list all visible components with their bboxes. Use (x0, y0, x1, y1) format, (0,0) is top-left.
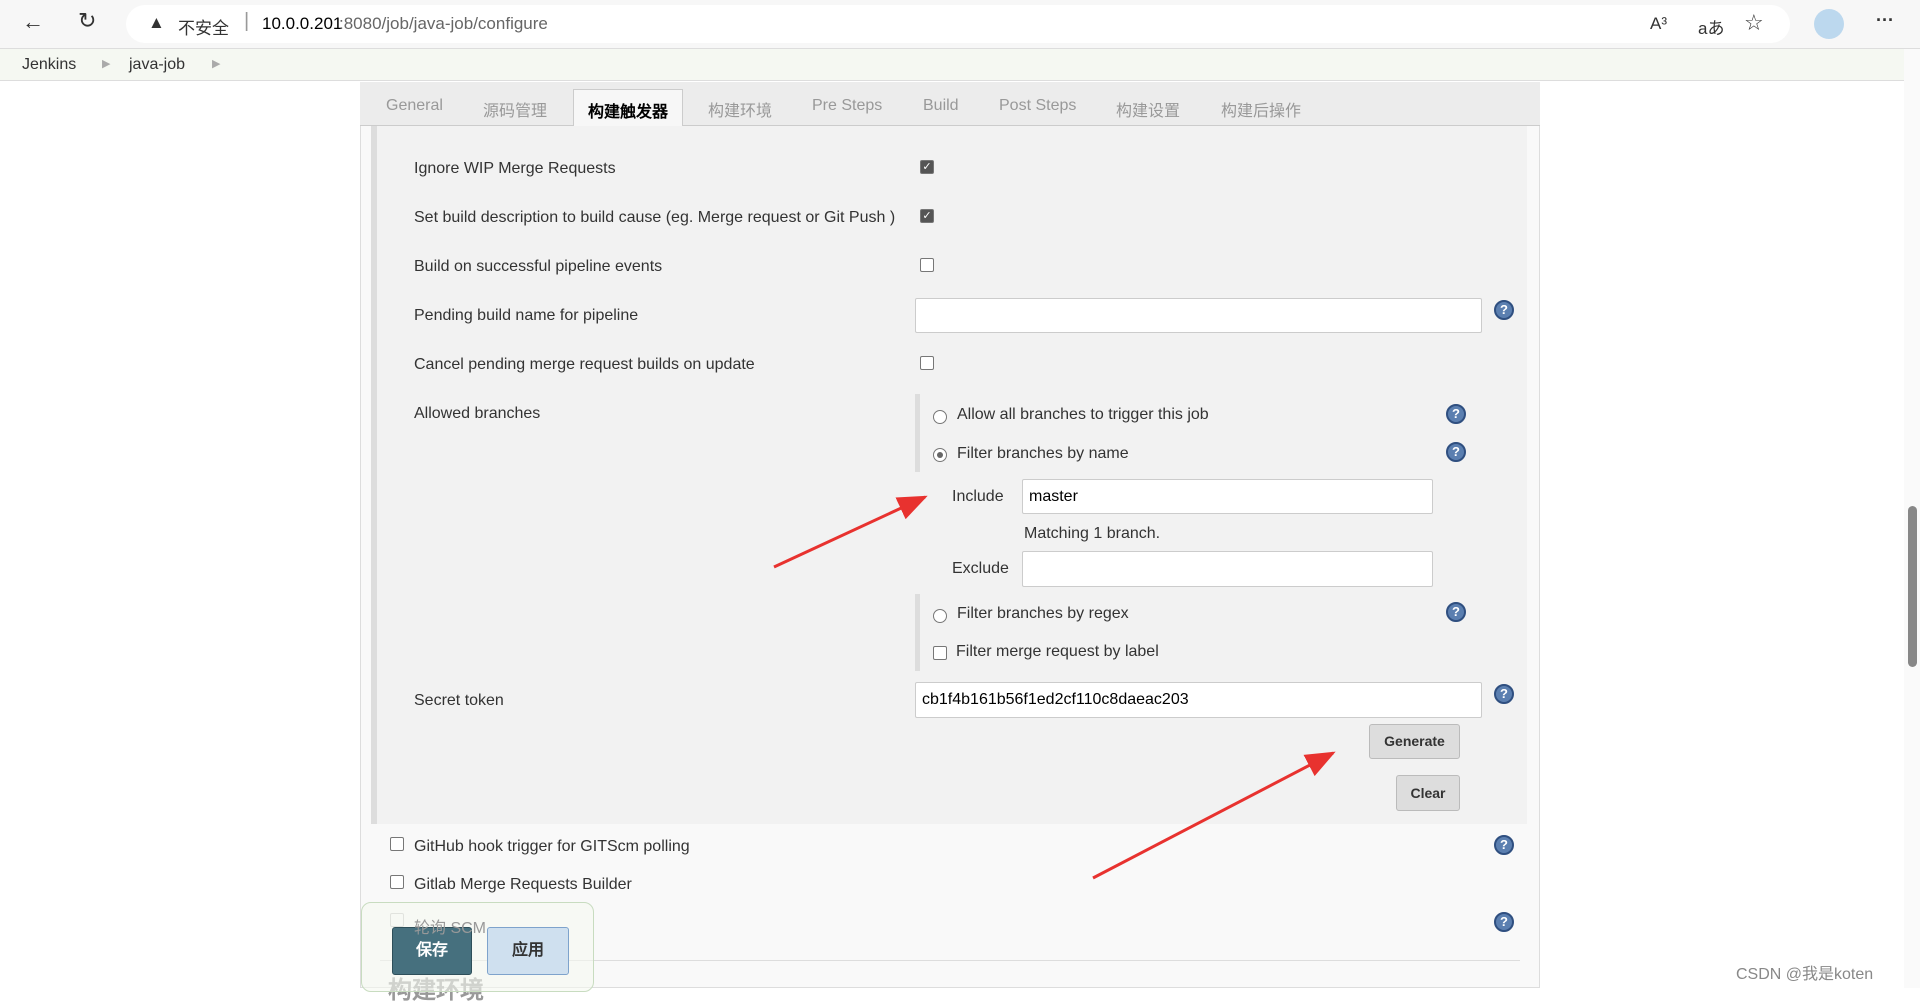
security-label: 不安全 (178, 19, 229, 38)
config-tabs: General 源码管理 构建触发器 构建环境 Pre Steps Build … (360, 82, 1540, 127)
gitlab-mr-label: Gitlab Merge Requests Builder (414, 876, 632, 893)
set-desc-checkbox[interactable]: ✓ (920, 209, 934, 223)
translate-icon[interactable]: aあ (1698, 14, 1724, 39)
url-host: 10.0.0.201 (262, 14, 343, 33)
github-hook-checkbox[interactable] (390, 837, 404, 851)
pending-name-input[interactable] (915, 298, 1482, 333)
secret-token-label: Secret token (414, 692, 504, 709)
filter-regex-label[interactable]: Filter branches by regex (957, 605, 1129, 623)
breadcrumb-job[interactable]: java-job (129, 56, 185, 74)
favorite-icon[interactable]: ☆ (1744, 10, 1764, 36)
branch-radio-group-2 (915, 594, 920, 671)
breadcrumb: Jenkins ▶ java-job ▶ (0, 49, 1904, 81)
tab-post-steps[interactable]: Post Steps (999, 97, 1076, 115)
filter-label-label[interactable]: Filter merge request by label (956, 643, 1159, 661)
github-hook-label: GitHub hook trigger for GITScm polling (414, 838, 690, 855)
poll-scm-label: 轮询 SCM (414, 920, 487, 937)
refresh-icon[interactable]: ↻ (78, 8, 96, 34)
generate-button[interactable]: Generate (1369, 724, 1460, 759)
help-icon[interactable]: ? (1446, 442, 1466, 462)
gitlab-mr-checkbox[interactable] (390, 875, 404, 889)
profile-avatar[interactable] (1814, 9, 1844, 39)
ignore-wip-checkbox[interactable]: ✓ (920, 160, 934, 174)
pending-name-label: Pending build name for pipeline (414, 307, 639, 324)
cancel-pending-label: Cancel pending merge request builds on u… (414, 356, 755, 373)
more-icon[interactable]: ··· (1876, 10, 1894, 31)
page-scrollbar[interactable] (1904, 49, 1920, 988)
include-label: Include (952, 488, 1004, 505)
tab-post-build[interactable]: 构建后操作 (1221, 97, 1301, 121)
tab-build-triggers[interactable]: 构建触发器 (573, 89, 684, 127)
help-icon[interactable]: ? (1494, 300, 1514, 320)
filter-regex-radio[interactable] (933, 609, 947, 623)
exclude-label: Exclude (952, 560, 1009, 577)
tab-build-env[interactable]: 构建环境 (708, 97, 772, 121)
ignore-wip-label: Ignore WIP Merge Requests (414, 160, 616, 177)
gitlab-trigger-advanced-section (371, 126, 1527, 824)
help-icon[interactable]: ? (1446, 404, 1466, 424)
help-icon[interactable]: ? (1446, 602, 1466, 622)
tab-scm[interactable]: 源码管理 (483, 97, 547, 121)
help-icon[interactable]: ? (1494, 835, 1514, 855)
exclude-input[interactable] (1022, 551, 1433, 587)
browser-toolbar: ← ↻ ▲ 不安全 | 10.0.0.201 :8080/job/java-jo… (0, 0, 1920, 49)
clear-button[interactable]: Clear (1396, 775, 1460, 811)
separator: | (244, 10, 250, 32)
back-icon[interactable]: ← (22, 9, 44, 35)
pipeline-events-checkbox[interactable] (920, 258, 934, 272)
filter-label-checkbox[interactable] (933, 646, 947, 660)
scrollbar-thumb[interactable] (1908, 506, 1917, 667)
filter-name-label[interactable]: Filter branches by name (957, 445, 1129, 463)
secret-token-input[interactable] (915, 682, 1482, 718)
help-icon[interactable]: ? (1494, 684, 1514, 704)
filter-name-radio[interactable] (933, 448, 947, 462)
cancel-pending-checkbox[interactable] (920, 356, 934, 370)
pipeline-events-label: Build on successful pipeline events (414, 258, 663, 275)
tab-build-settings[interactable]: 构建设置 (1116, 97, 1180, 121)
tab-general[interactable]: General (386, 97, 443, 115)
help-icon[interactable]: ? (1494, 912, 1514, 932)
warning-icon: ▲ (148, 13, 165, 32)
chevron-right-icon[interactable]: ▶ (212, 57, 220, 70)
read-aloud-icon[interactable]: A³ (1650, 14, 1667, 34)
chevron-right-icon: ▶ (102, 58, 111, 70)
breadcrumb-jenkins[interactable]: Jenkins (22, 56, 76, 74)
tab-build[interactable]: Build (923, 97, 959, 115)
watermark: CSDN @我是koten (1736, 966, 1874, 983)
branch-radio-group (915, 394, 920, 472)
set-desc-label: Set build description to build cause (eg… (414, 209, 896, 226)
address-bar[interactable]: ▲ 不安全 | 10.0.0.201 :8080/job/java-job/co… (126, 5, 1790, 43)
allow-all-label[interactable]: Allow all branches to trigger this job (957, 406, 1209, 424)
apply-button[interactable]: 应用 (487, 927, 569, 975)
matching-text: Matching 1 branch. (1024, 525, 1161, 542)
allow-all-radio[interactable] (933, 410, 947, 424)
allowed-branches-label: Allowed branches (414, 405, 541, 422)
tab-pre-steps[interactable]: Pre Steps (812, 97, 882, 115)
include-input[interactable] (1022, 479, 1433, 514)
url-path: :8080/job/java-job/configure (339, 14, 548, 33)
